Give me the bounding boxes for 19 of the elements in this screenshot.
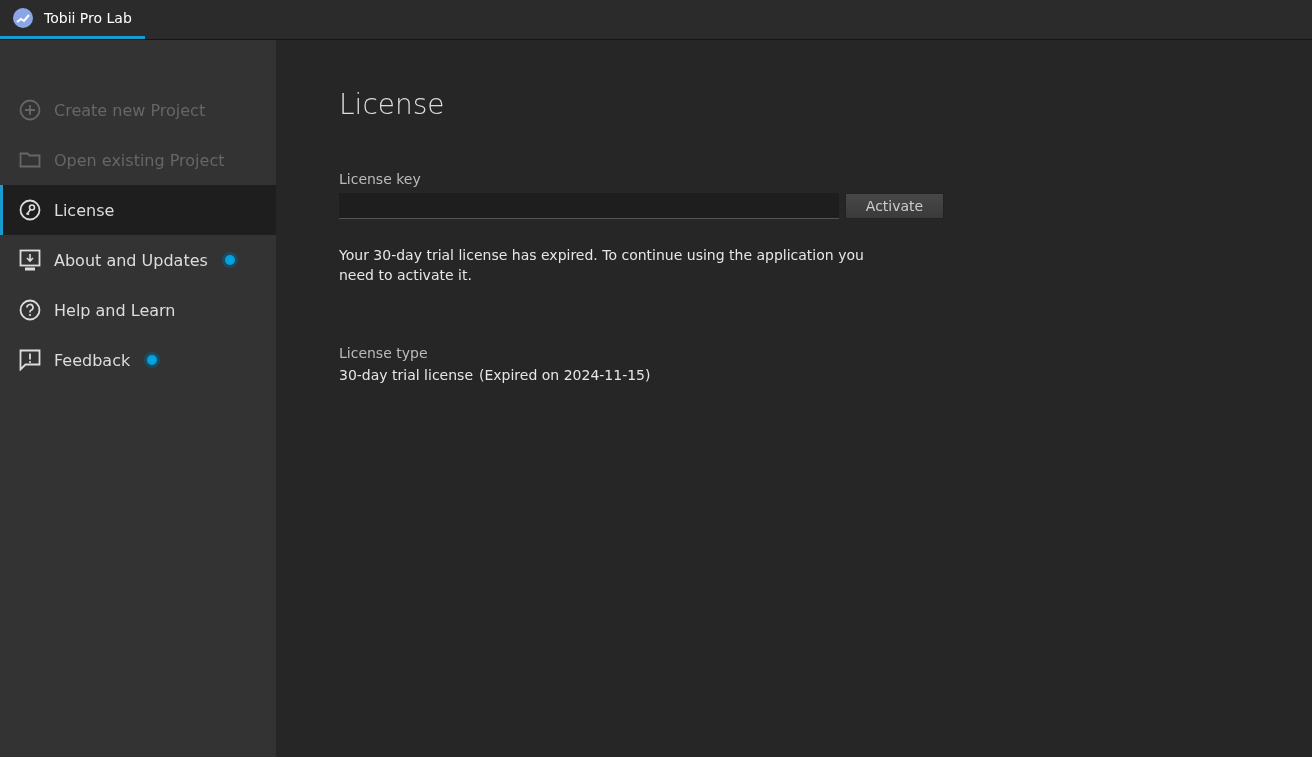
monitor-download-icon: [19, 249, 41, 271]
field-label: License type: [339, 345, 429, 361]
license-key-field[interactable]: [339, 193, 839, 219]
plus-icon: [19, 99, 41, 121]
license-type-value: 30-day trial license: [339, 367, 473, 383]
expiry-message: Your 30-day trial license has expired. To continue using the application you need to activate it.: [339, 246, 865, 285]
expiry-date: (Expired on 2024-11-15): [479, 367, 651, 383]
page-heading: License: [339, 88, 446, 121]
feedback-icon: [19, 349, 41, 371]
help-icon: [19, 299, 41, 321]
sidebar-item[interactable]: License: [0, 185, 276, 235]
activate-button[interactable]: Activate: [845, 193, 944, 219]
sidebar-item[interactable]: Help and Learn: [0, 285, 276, 335]
sidebar-item[interactable]: About and Updates: [0, 235, 276, 285]
logo-icon: [12, 7, 34, 29]
sidebar-item[interactable]: Feedback: [0, 335, 276, 385]
window-title: Tobii Pro Lab: [44, 10, 132, 26]
key-icon: [19, 199, 41, 221]
field-label: License key: [339, 171, 422, 187]
